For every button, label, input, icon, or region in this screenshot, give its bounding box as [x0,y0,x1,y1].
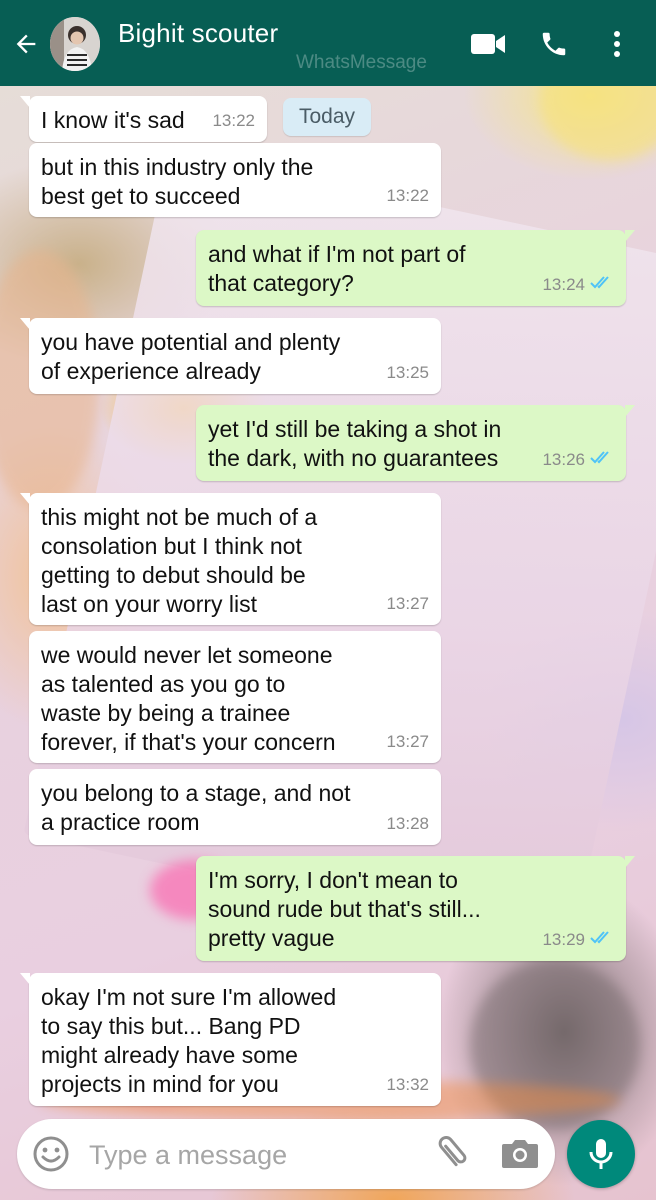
incoming-message[interactable]: but in this industry only the best get t… [29,143,441,217]
app-watermark: WhatsMessage [296,52,427,73]
message-time: 13:29 [542,930,585,949]
message-time: 13:22 [212,111,255,130]
message-meta: 13:25 [386,358,429,387]
outgoing-message[interactable]: I'm sorry, I don't mean to sound rude bu… [196,856,635,961]
incoming-message[interactable]: this might not be much of a consolation … [20,493,441,625]
outgoing-message[interactable]: yet I'd still be taking a shot in the da… [196,405,635,481]
message-time: 13:25 [386,363,429,382]
message-time: 13:27 [386,732,429,751]
message-meta: 13:26 [542,445,614,474]
message-meta: 13:24 [542,270,614,299]
message-composer [17,1119,555,1189]
back-arrow-icon[interactable] [8,26,44,62]
message-time: 13:22 [386,186,429,205]
bubble-tail [20,973,30,985]
incoming-message[interactable]: we would never let someone as talented a… [29,631,441,763]
message-meta: 13:28 [386,809,429,838]
video-call-icon[interactable] [468,26,508,62]
message-time: 13:26 [542,450,585,469]
message-meta: 13:22 [212,106,255,135]
chat-header: Bighit scouter WhatsMessage [0,0,656,86]
camera-icon[interactable] [499,1134,541,1174]
message-input[interactable] [87,1133,411,1177]
read-receipt-icon [590,445,614,474]
bubble-tail [625,230,635,242]
emoji-icon[interactable] [31,1134,71,1174]
message-meta: 13:22 [386,181,429,210]
message-meta: 13:27 [386,727,429,756]
message-time: 13:24 [542,275,585,294]
message-text: okay I'm not sure I'm allowed to say thi… [41,984,337,1097]
read-receipt-icon [590,270,614,299]
contact-name[interactable]: Bighit scouter [118,18,278,49]
bubble-tail [20,493,30,505]
mic-icon[interactable] [567,1120,635,1188]
attachment-icon[interactable] [427,1134,471,1174]
incoming-message[interactable]: I know it's sad 13:22 [20,96,267,142]
outgoing-message[interactable]: and what if I'm not part of that categor… [196,230,635,306]
date-chip: Today [283,98,371,136]
incoming-message[interactable]: you have potential and plenty of experie… [20,318,441,394]
message-meta: 13:32 [386,1070,429,1099]
message-text: we would never let someone as talented a… [41,642,336,755]
message-text: you belong to a stage, and not a practic… [41,780,351,835]
read-receipt-icon [590,925,614,954]
message-time: 13:28 [386,814,429,833]
bubble-tail [625,856,635,868]
message-meta: 13:29 [542,925,614,954]
incoming-message[interactable]: okay I'm not sure I'm allowed to say thi… [20,973,441,1106]
bubble-tail [20,96,30,108]
message-time: 13:27 [386,594,429,613]
message-text: this might not be much of a consolation … [41,504,318,617]
message-meta: 13:27 [386,589,429,618]
message-text: but in this industry only the best get t… [41,154,314,209]
contact-avatar[interactable] [50,17,100,71]
bubble-tail [625,405,635,417]
incoming-message[interactable]: you belong to a stage, and not a practic… [29,769,441,845]
more-vert-icon[interactable] [597,26,637,62]
message-time: 13:32 [386,1075,429,1094]
bubble-tail [20,318,30,330]
message-list[interactable]: Today I know it's sad 13:22 but in this in… [0,86,656,1106]
phone-icon[interactable] [534,26,574,62]
message-text: you have potential and plenty of experie… [41,329,341,384]
